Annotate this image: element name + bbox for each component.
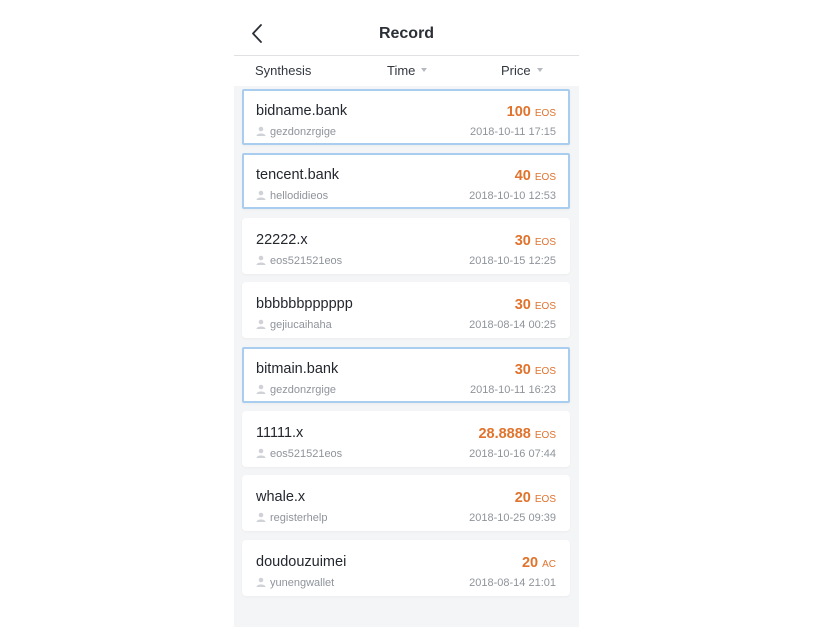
sort-price-button[interactable]: Price: [501, 63, 543, 78]
record-card[interactable]: tencent.bank 40 EOS hellodidieos 2018-10-…: [242, 153, 570, 210]
record-card[interactable]: 11111.x 28.8888 EOS eos521521eos 2018-10-…: [242, 411, 570, 467]
record-username: registerhelp: [270, 512, 328, 525]
sort-synthesis-button[interactable]: Synthesis: [255, 63, 311, 78]
record-card[interactable]: whale.x 20 EOS registerhelp 2018-10-25 09…: [242, 475, 570, 532]
record-name: bitmain.bank: [256, 360, 339, 377]
record-name: 22222.x: [256, 231, 308, 248]
record-username: gejiucaihaha: [270, 319, 332, 332]
record-user: eos521521eos: [256, 255, 342, 267]
record-user: gezdonzrgige: [256, 384, 336, 396]
record-user: registerhelp: [256, 512, 327, 524]
record-date: 2018-08-14 00:25: [469, 319, 556, 332]
record-user: gejiucaihaha: [256, 319, 332, 331]
record-card[interactable]: bidname.bank 100 EOS gezdonzrgige 2018-10…: [242, 89, 570, 145]
price-amount: 30: [514, 297, 531, 314]
record-price: 30 EOS: [515, 232, 556, 250]
record-name: doudouzuimei: [256, 553, 347, 570]
sort-synthesis-label: Synthesis: [255, 63, 312, 78]
price-amount: 30: [514, 361, 531, 378]
record-card[interactable]: bitmain.bank 30 EOS gezdonzrgige 2018-10-…: [242, 346, 570, 403]
record-date: 2018-10-25 09:39: [469, 512, 556, 525]
record-date: 2018-08-14 21:01: [469, 576, 556, 589]
sort-price-label: Price: [501, 63, 531, 78]
record-name: bidname.bank: [256, 103, 348, 119]
user-icon: [256, 513, 266, 523]
user-icon: [256, 319, 266, 330]
price-amount: 20: [514, 490, 531, 507]
record-name: bbbbbbpppppp: [256, 296, 353, 313]
record-user: eos521521eos: [256, 448, 342, 460]
price-unit: EOS: [534, 430, 556, 441]
record-price: 40 EOS: [515, 167, 556, 185]
price-unit: EOS: [534, 365, 556, 377]
record-price: 20 EOS: [515, 489, 556, 507]
sort-bar: Synthesis Time Price: [234, 56, 579, 86]
record-date: 2018-10-16 07:44: [469, 448, 556, 460]
sort-time-label: Time: [387, 63, 416, 78]
record-date: 2018-10-11 16:23: [469, 383, 556, 396]
price-amount: 40: [514, 168, 531, 185]
record-price: 30 EOS: [515, 361, 556, 379]
user-icon: [256, 384, 266, 394]
record-username: gezdonzrgige: [270, 126, 337, 138]
price-unit: EOS: [534, 108, 556, 119]
user-icon: [256, 577, 266, 587]
record-price: 20 AC: [522, 554, 556, 572]
record-username: eos521521eos: [270, 448, 343, 460]
user-icon: [256, 255, 266, 265]
caret-down-icon: [536, 67, 543, 72]
record-date: 2018-10-11 17:15: [469, 126, 556, 138]
record-username: gezdonzrgige: [270, 383, 337, 396]
record-username: yunengwallet: [270, 576, 335, 589]
page-title: Record: [378, 25, 435, 42]
record-user: hellodidieos: [256, 190, 328, 202]
sort-time-button[interactable]: Time: [387, 63, 428, 78]
user-icon: [256, 126, 266, 137]
record-name: whale.x: [256, 489, 306, 506]
record-name: tencent.bank: [256, 167, 340, 184]
record-screen: Record Synthesis Time Price bidname.bank…: [234, 0, 579, 627]
record-username: hellodidieos: [270, 190, 329, 203]
record-user: gezdonzrgige: [256, 126, 336, 138]
user-icon: [256, 448, 266, 459]
price-unit: EOS: [534, 172, 556, 184]
price-unit: EOS: [534, 236, 556, 248]
record-name: 11111.x: [256, 425, 304, 441]
record-card[interactable]: 22222.x 30 EOS eos521521eos 2018-10-15 12…: [242, 217, 570, 274]
price-unit: EOS: [534, 301, 556, 313]
user-icon: [256, 191, 266, 201]
record-price: 30 EOS: [515, 296, 556, 314]
record-username: eos521521eos: [270, 254, 343, 267]
price-unit: AC: [542, 558, 556, 570]
record-price: 100 EOS: [507, 103, 556, 121]
record-user: yunengwallet: [256, 577, 334, 589]
record-card[interactable]: doudouzuimei 20 AC yunengwallet 2018-08-1…: [242, 539, 570, 596]
price-amount: 20: [521, 554, 539, 571]
price-amount: 30: [514, 232, 531, 249]
caret-down-icon: [421, 67, 428, 72]
record-card[interactable]: bbbbbbpppppp 30 EOS gejiucaihaha 2018-08-…: [242, 282, 570, 339]
record-date: 2018-10-15 12:25: [469, 254, 556, 267]
record-date: 2018-10-10 12:53: [469, 190, 556, 203]
top-navigation-bar: Record: [234, 0, 579, 56]
price-amount: 100: [506, 104, 531, 120]
record-price: 28.8888 EOS: [478, 425, 556, 443]
price-amount: 28.8888: [478, 426, 531, 442]
price-unit: EOS: [534, 494, 556, 506]
